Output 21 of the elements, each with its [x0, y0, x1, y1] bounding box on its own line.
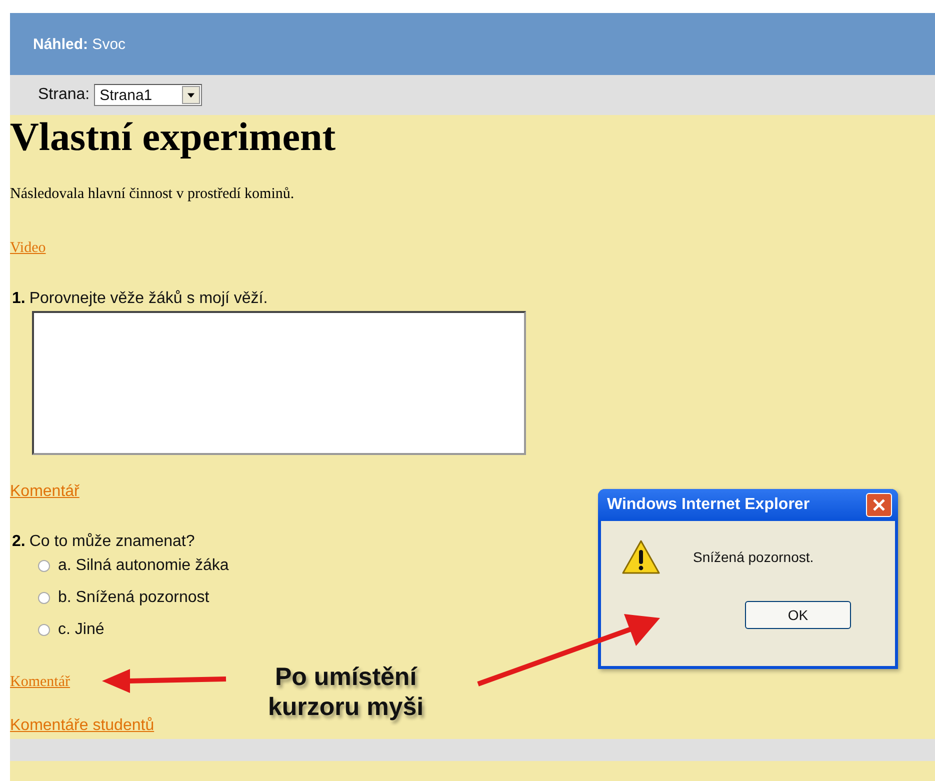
question-number: 1.: [12, 290, 26, 308]
question-text: Co to může znamenat?: [29, 533, 195, 551]
intro-text: Následovala hlavní činnost v prostředí kominů.: [10, 186, 296, 203]
option-label: a. Silná autonomie žáka: [58, 557, 229, 575]
option-label: b. Snížená pozornost: [58, 589, 210, 607]
question-number: 2.: [12, 533, 26, 551]
page-select[interactable]: Strana1: [94, 84, 202, 106]
comment-link[interactable]: Komentář: [10, 674, 70, 691]
annotation-text: kurzoru myši: [268, 692, 424, 722]
preview-title: Náhled: Svoc: [33, 36, 126, 52]
student-comments-link[interactable]: Komentáře studentů: [10, 717, 154, 735]
page-label: Strana:: [38, 86, 90, 104]
question-text: Porovnejte věže žáků s mojí věží.: [29, 290, 268, 308]
video-link[interactable]: Video: [10, 240, 46, 257]
page-heading: Vlastní experiment: [10, 115, 337, 159]
annotation-text: Po umístění: [274, 662, 418, 692]
comment-link[interactable]: Komentář: [10, 483, 80, 501]
dialog-title: Windows Internet Explorer: [607, 496, 810, 514]
dialog-message: Snížená pozornost.: [693, 549, 814, 565]
ok-button[interactable]: OK: [745, 601, 851, 629]
option-label: c. Jiné: [58, 621, 104, 639]
